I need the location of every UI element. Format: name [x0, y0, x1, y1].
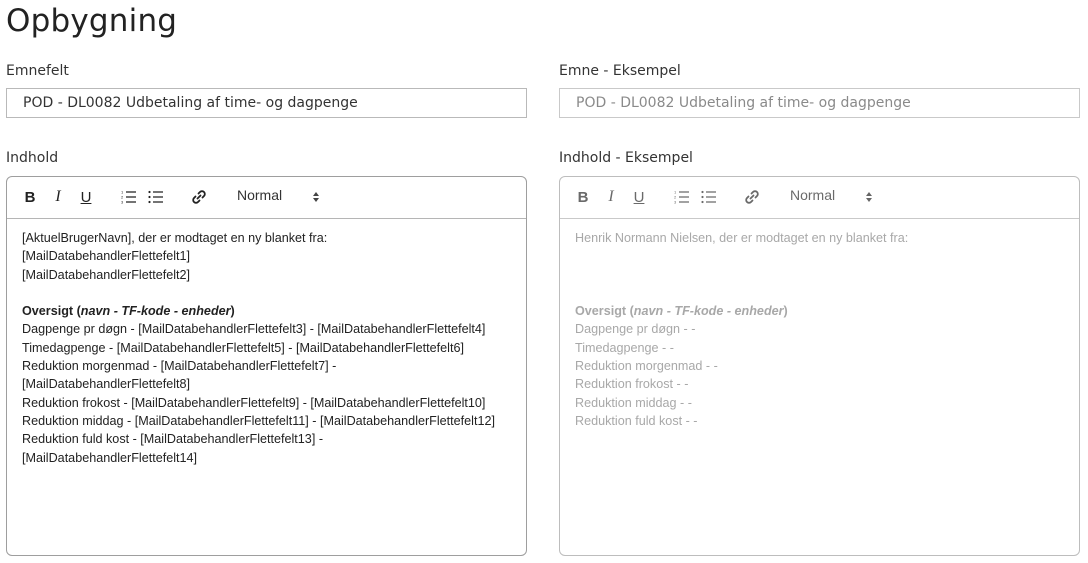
ordered-list-icon[interactable]: 123 [121, 188, 137, 206]
example-editor-content: Henrik Normann Nielsen, der er modtaget … [575, 229, 1071, 430]
select-arrows-icon[interactable] [312, 189, 320, 208]
content-label: Indhold [6, 150, 59, 166]
content-line: Timedagpenge - - [575, 340, 674, 355]
overview-emphasis: navn - TF-kode - enheder [80, 304, 231, 319]
overview-prefix: Oversigt ( [575, 304, 634, 319]
subject-example-label: Emne - Eksempel [559, 63, 681, 79]
overview-suffix: ) [783, 304, 788, 319]
underline-icon[interactable]: U [79, 188, 93, 206]
content-line: [MailDatabehandlerFlettefelt1] [22, 249, 191, 264]
ordered-list-icon: 123 [674, 188, 690, 206]
editor-toolbar: B I U 123 Normal [7, 177, 526, 219]
content-line: Reduktion fuld kost - [MailDatabehandler… [22, 432, 324, 447]
content-line: Reduktion morgenmad - - [575, 359, 718, 374]
page-title: Opbygning [6, 3, 178, 39]
content-line: [MailDatabehandlerFlettefelt8] [22, 377, 191, 392]
content-line: Reduktion frokost - - [575, 377, 689, 392]
overview-prefix: Oversigt ( [22, 304, 81, 319]
svg-text:3: 3 [674, 200, 677, 205]
content-line: Reduktion middag - - [575, 395, 692, 410]
overview-suffix: ) [230, 304, 235, 319]
bullet-list-icon [701, 188, 717, 206]
subject-label: Emnefelt [6, 63, 69, 79]
editor-content[interactable]: [AktuelBrugerNavn], der er modtaget en n… [22, 229, 518, 467]
content-editor: B I U 123 Normal [AktuelBrugerNavn], der… [6, 176, 527, 556]
content-line: Dagpenge pr døgn - - [575, 322, 696, 337]
content-example-label: Indhold - Eksempel [559, 150, 693, 166]
bold-icon[interactable]: B [23, 188, 37, 206]
overview-heading: Oversigt (navn - TF-kode - enheder) [575, 302, 1071, 320]
bullet-list-icon[interactable] [148, 188, 164, 206]
underline-icon: U [633, 188, 645, 206]
bold-icon: B [577, 188, 589, 206]
overview-heading: Oversigt (navn - TF-kode - enheder) [22, 302, 518, 320]
content-example-editor: B I U 123 Normal Henrik Normann Nielsen,… [559, 176, 1080, 556]
content-line: Dagpenge pr døgn - [MailDatabehandlerFle… [22, 322, 486, 337]
content-line: Timedagpenge - [MailDatabehandlerFlettef… [22, 340, 464, 355]
italic-icon: I [608, 188, 614, 205]
link-icon [744, 188, 760, 206]
italic-icon[interactable]: I [52, 188, 64, 206]
content-line: Reduktion fuld kost - - [575, 413, 698, 428]
content-line: Reduktion morgenmad - [MailDatabehandler… [22, 359, 337, 374]
content-line: Reduktion frokost - [MailDatabehandlerFl… [22, 395, 486, 410]
subject-input[interactable]: POD - DL0082 Udbetaling af time- og dagp… [6, 88, 527, 118]
content-line [22, 284, 518, 302]
content-line: [MailDatabehandlerFlettefelt14] [22, 450, 198, 465]
select-arrows-icon [865, 189, 873, 208]
example-editor-toolbar: B I U 123 Normal [560, 177, 1079, 219]
link-icon[interactable] [191, 188, 207, 206]
overview-emphasis: navn - TF-kode - enheder [633, 304, 784, 319]
content-line: Reduktion middag - [MailDatabehandlerFle… [22, 413, 495, 428]
svg-text:3: 3 [121, 200, 124, 205]
format-select: Normal [790, 187, 836, 203]
subject-example-input: POD - DL0082 Udbetaling af time- og dagp… [559, 88, 1080, 118]
format-select[interactable]: Normal [237, 187, 282, 203]
content-line: [MailDatabehandlerFlettefelt2] [22, 267, 191, 282]
content-line: [AktuelBrugerNavn], der er modtaget en n… [22, 231, 328, 245]
content-line: Henrik Normann Nielsen, der er modtaget … [575, 231, 909, 245]
